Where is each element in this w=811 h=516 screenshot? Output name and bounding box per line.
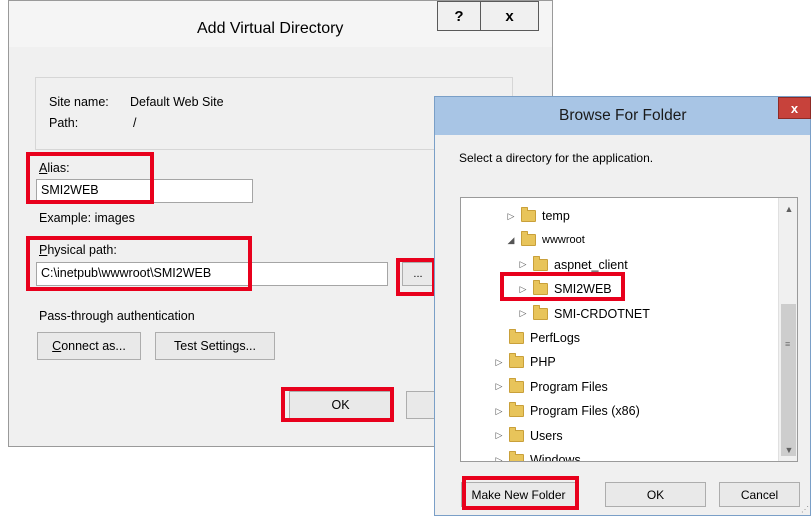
site-name-value: Default Web Site [130, 95, 224, 109]
close-button[interactable]: x [480, 1, 539, 31]
cancel-button[interactable]: Cancel [719, 482, 800, 507]
folder-icon [509, 426, 524, 442]
tree-item-wwwroot[interactable]: ◢ wwwroot [505, 229, 585, 251]
tree-item-smi2web[interactable]: ▷ SMI2WEB [517, 278, 612, 300]
folder-icon [521, 207, 536, 222]
tree-item-label: SMI2WEB [554, 282, 612, 297]
example-text: Example: images [39, 211, 135, 225]
physical-path-label: Physical path: [39, 243, 117, 257]
ok-button[interactable]: OK [605, 482, 706, 507]
browse-button[interactable]: ... [402, 262, 434, 286]
tree-item-label: aspnet_client [554, 257, 628, 272]
expand-icon[interactable]: ▷ [493, 381, 505, 392]
resize-grip-icon[interactable]: ⋰ [801, 505, 809, 514]
tree-item-label: Users [530, 428, 563, 443]
test-settings-button[interactable]: Test Settings... [155, 332, 275, 360]
expand-icon[interactable]: ▷ [505, 211, 517, 222]
expand-icon[interactable]: ▷ [517, 284, 529, 295]
expand-icon[interactable]: ▷ [493, 430, 505, 441]
alias-input[interactable]: SMI2WEB [36, 179, 253, 203]
help-icon: ? [454, 7, 464, 25]
title-bar[interactable]: Browse For Folder x [435, 97, 811, 135]
alias-label-text: lias: [47, 161, 70, 175]
pass-through-label: Pass-through authentication [39, 309, 195, 323]
instruction-text: Select a directory for the application. [459, 151, 654, 165]
scroll-up-icon[interactable]: ▲ [779, 200, 797, 218]
connect-as-button[interactable]: Connect as... [37, 332, 141, 360]
close-icon: x [790, 100, 799, 116]
grip-icon: ≡ [785, 339, 791, 349]
close-icon: x [505, 7, 514, 25]
tree-item-windows[interactable]: ▷ Windows [493, 449, 581, 462]
expand-icon[interactable]: ▷ [493, 406, 505, 417]
dialog-title: Add Virtual Directory [197, 20, 344, 37]
connect-as-label: onnect as... [61, 339, 126, 353]
expand-icon[interactable]: ▷ [493, 455, 505, 462]
tree-item-program-files[interactable]: ▷ Program Files [493, 376, 608, 398]
folder-tree[interactable]: ▷ temp ◢ wwwroot ▷ aspnet_client ▷ SMI2WEB ▷ SMI-… [460, 197, 798, 462]
expand-icon[interactable]: ▷ [493, 357, 505, 368]
title-bar[interactable]: Add Virtual Directory ? x [9, 1, 552, 47]
folder-icon [509, 451, 524, 461]
alias-label: Alias: [39, 161, 70, 175]
tree-item-program-files-x86[interactable]: ▷ Program Files (x86) [493, 400, 640, 422]
path-label: Path: [49, 116, 79, 130]
tree-item-label: PerfLogs [530, 331, 581, 345]
close-button[interactable]: x [778, 97, 811, 119]
folder-icon [533, 280, 548, 296]
scroll-thumb[interactable] [781, 304, 796, 456]
site-name-label: Site name: [49, 95, 109, 109]
vertical-scrollbar[interactable]: ▲ ≡ ▼ [778, 198, 797, 461]
folder-icon [533, 304, 548, 320]
tree-item-label: SMI-CRDOTNET [554, 306, 650, 321]
tree-item-smi-crdotnet[interactable]: ▷ SMI-CRDOTNET [517, 303, 650, 325]
folder-icon [509, 353, 524, 369]
tree-item-label: PHP [530, 355, 556, 370]
physical-path-label-text: hysical path: [47, 243, 117, 257]
tree-item-label: temp [542, 209, 570, 223]
expand-icon[interactable]: ▷ [517, 259, 529, 270]
collapse-icon[interactable]: ◢ [505, 235, 517, 246]
tree-item-aspnet-client[interactable]: ▷ aspnet_client [517, 254, 628, 276]
physical-path-input[interactable]: C:\inetpub\wwwroot\SMI2WEB [36, 262, 388, 286]
ok-button[interactable]: OK [289, 391, 392, 419]
help-button[interactable]: ? [437, 1, 480, 31]
dialog-title: Browse For Folder [559, 107, 687, 124]
path-value: / [133, 116, 137, 130]
folder-icon [509, 329, 524, 344]
tree-item-perflogs[interactable]: PerfLogs [493, 327, 580, 349]
tree-item-label: Program Files (x86) [530, 404, 640, 419]
folder-icon [521, 231, 536, 247]
tree-item-users[interactable]: ▷ Users [493, 425, 563, 447]
scroll-down-icon[interactable]: ▼ [779, 441, 797, 459]
connect-as-accelerator: C [52, 339, 62, 353]
folder-icon [509, 377, 524, 393]
folder-icon [533, 255, 548, 271]
tree-item-temp[interactable]: ▷ temp [505, 205, 570, 227]
browse-for-folder-dialog: Browse For Folder x Select a directory f… [434, 96, 811, 516]
make-new-folder-button[interactable]: Make New Folder [461, 482, 576, 507]
folder-icon [509, 402, 524, 418]
expand-icon[interactable]: ▷ [517, 308, 529, 319]
tree-item-label: wwwroot [542, 234, 585, 247]
tree-item-label: Windows [530, 453, 581, 462]
tree-item-php[interactable]: ▷ PHP [493, 351, 556, 373]
tree-item-label: Program Files [530, 379, 608, 394]
